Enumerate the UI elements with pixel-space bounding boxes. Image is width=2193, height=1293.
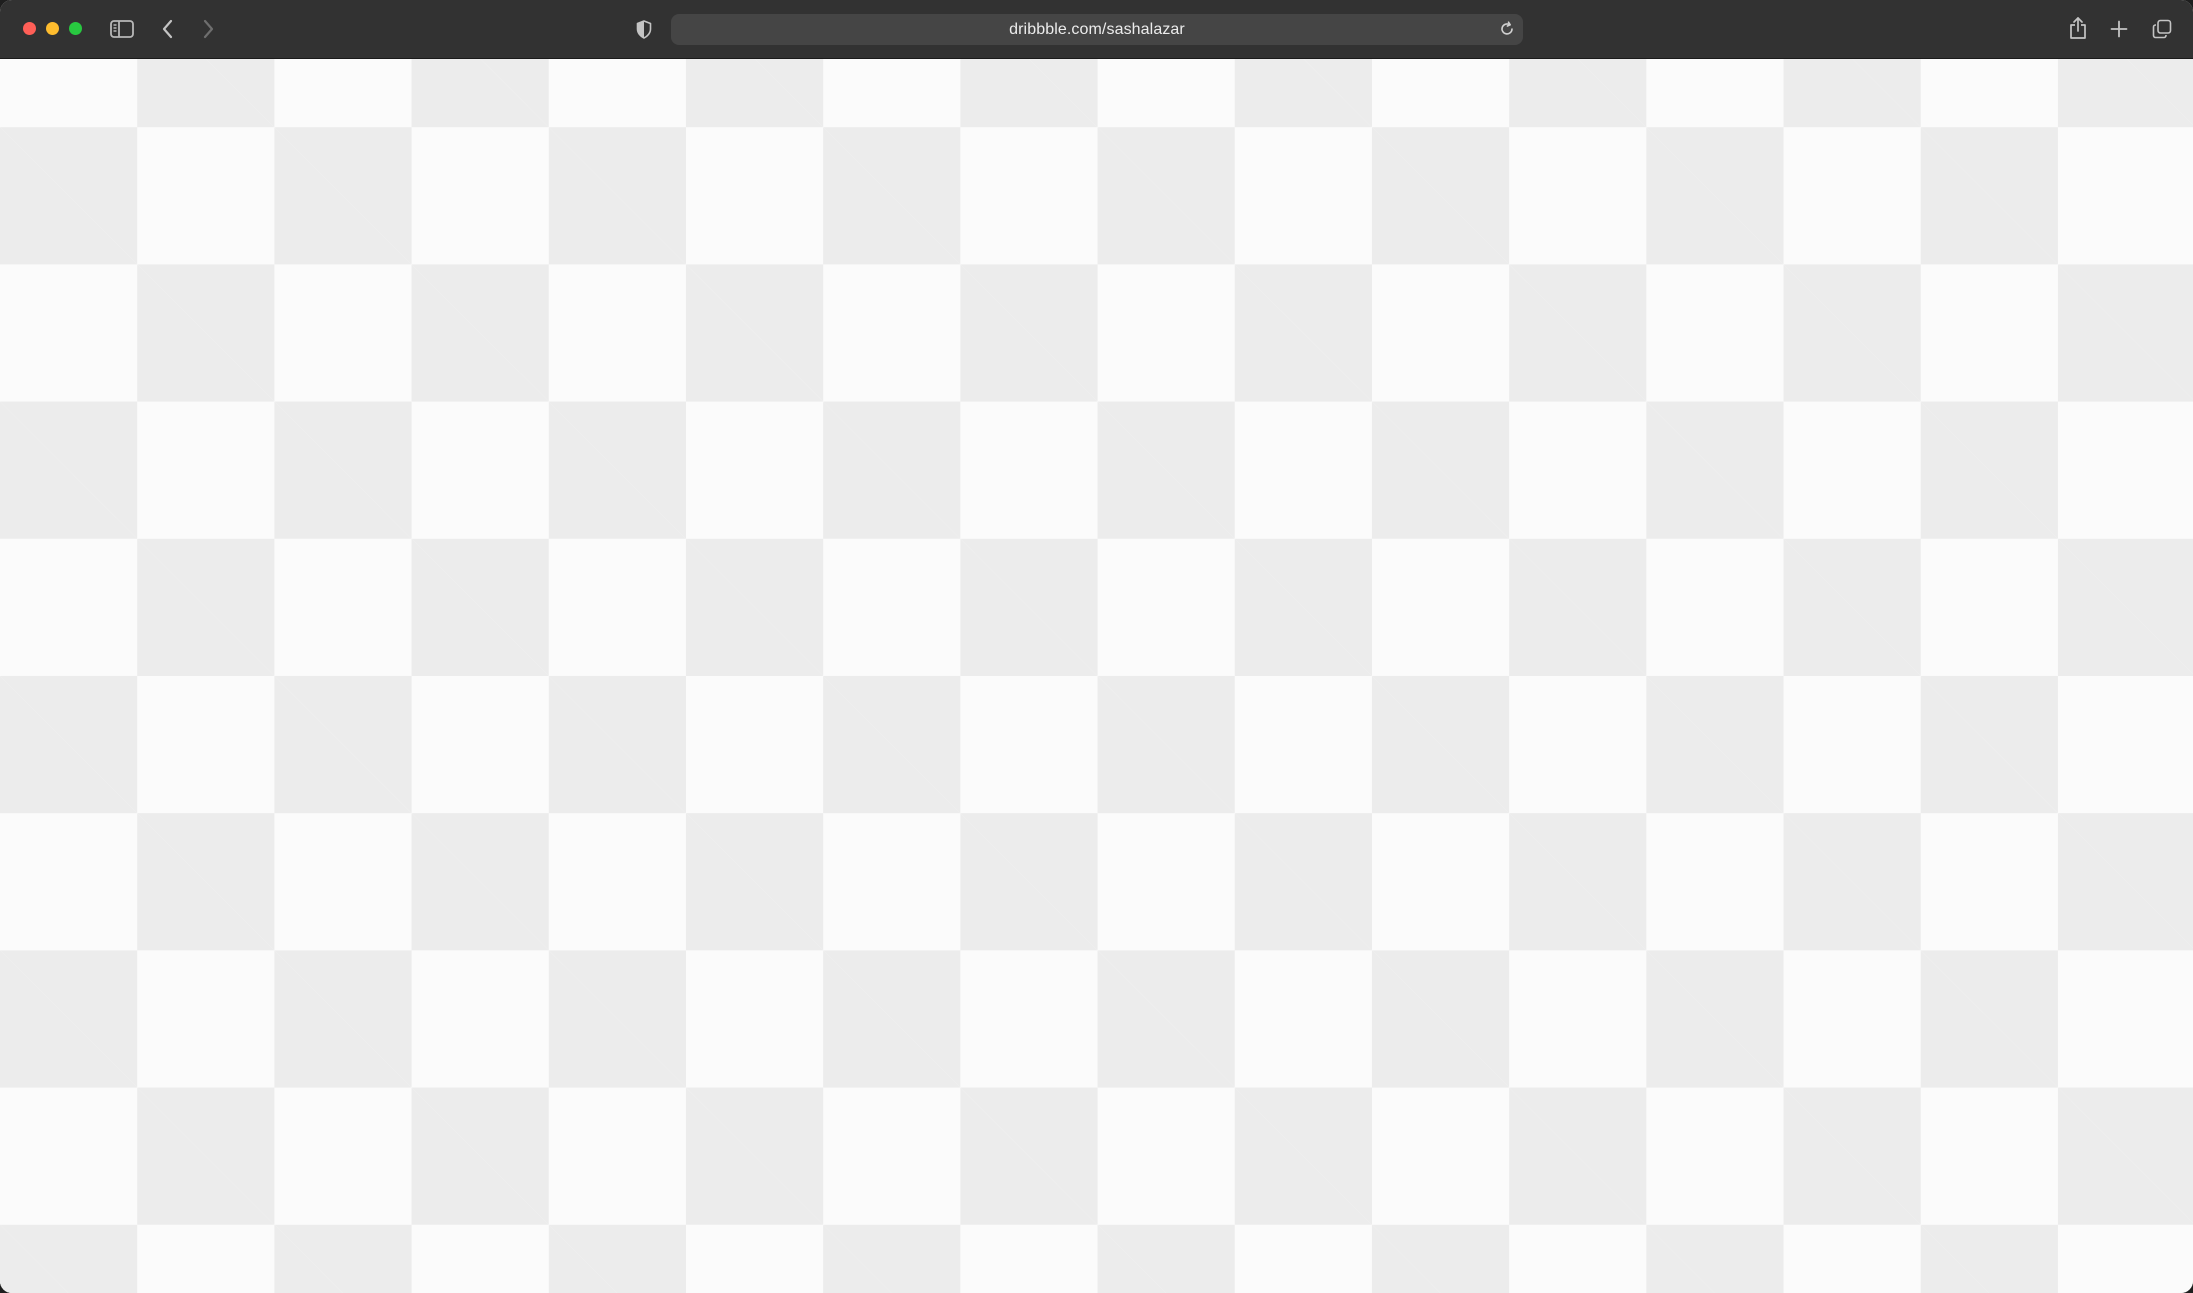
browser-window: dribbble.com/sashalazar xyxy=(0,0,2193,1293)
plus-icon[interactable] xyxy=(2108,16,2130,42)
browser-toolbar: dribbble.com/sashalazar xyxy=(0,0,2193,59)
sidebar-icon[interactable] xyxy=(108,16,136,42)
url-text: dribbble.com/sashalazar xyxy=(1009,20,1185,38)
shield-icon[interactable] xyxy=(633,17,655,41)
chevron-right-icon[interactable] xyxy=(198,16,218,42)
tabs-overview-icon[interactable] xyxy=(2150,16,2174,42)
close-window-button[interactable] xyxy=(23,22,36,35)
transparency-checkerboard xyxy=(0,59,2193,1293)
share-icon[interactable] xyxy=(2067,14,2089,42)
zoom-window-button[interactable] xyxy=(69,22,82,35)
reload-icon[interactable] xyxy=(1496,18,1518,40)
address-bar[interactable]: dribbble.com/sashalazar xyxy=(671,14,1523,45)
chevron-left-icon[interactable] xyxy=(158,16,178,42)
page-viewport[interactable] xyxy=(0,59,2193,1293)
minimize-window-button[interactable] xyxy=(46,22,59,35)
